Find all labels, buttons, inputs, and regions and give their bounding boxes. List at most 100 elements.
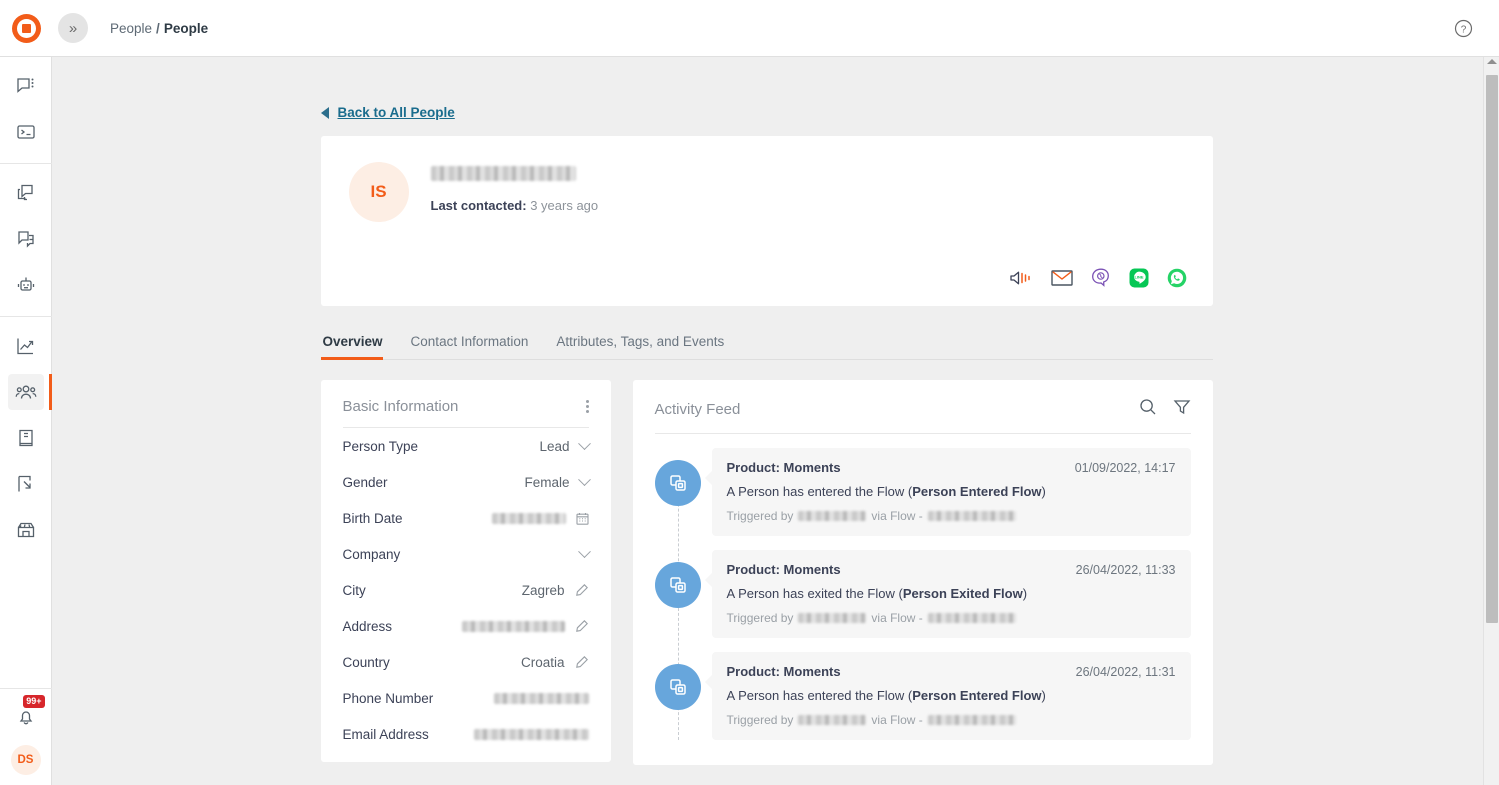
tab-overview[interactable]: Overview: [321, 334, 397, 359]
back-to-all-people-link[interactable]: Back to All People: [338, 105, 455, 120]
trigger-middle: via Flow -: [871, 713, 922, 727]
info-value: Croatia: [521, 655, 565, 670]
filter-icon[interactable]: [1173, 398, 1191, 421]
activity-feed-title: Activity Feed: [655, 401, 741, 418]
breadcrumb-parent[interactable]: People: [110, 21, 152, 36]
app-root: » People / People ?: [0, 0, 1499, 785]
activity-description: A Person has exited the Flow (Person Exi…: [727, 586, 1176, 601]
info-label: Phone Number: [343, 691, 434, 706]
page-scrollbar[interactable]: [1483, 57, 1499, 785]
email-address-redacted: [474, 729, 589, 740]
info-row-address: Address: [343, 608, 589, 644]
user-avatar[interactable]: DS: [11, 745, 41, 775]
activity-card[interactable]: Product: Moments 26/04/2022, 11:31 A Per…: [712, 652, 1191, 740]
storefront-icon[interactable]: [8, 512, 44, 548]
activity-description-prefix: A Person has entered the Flow (: [727, 484, 913, 499]
answers-bot-icon[interactable]: [8, 267, 44, 303]
activity-feed-item: Product: Moments 26/04/2022, 11:31 A Per…: [655, 652, 1191, 740]
trigger-user-redacted: [798, 511, 866, 521]
address-redacted: [462, 621, 565, 632]
chevron-down-icon[interactable]: [578, 545, 591, 558]
info-row-city: City Zagreb: [343, 572, 589, 608]
breadcrumb-separator: /: [156, 21, 160, 36]
activity-card[interactable]: Product: Moments 01/09/2022, 14:17 A Per…: [712, 448, 1191, 536]
activity-product: Product: Moments: [727, 460, 841, 475]
conversations-icon[interactable]: [8, 68, 44, 104]
rail-group-1: [0, 57, 52, 164]
activity-description-bold: Person Entered Flow: [912, 484, 1041, 499]
activity-trigger: Triggered by via Flow -: [727, 509, 1176, 523]
activity-timestamp: 26/04/2022, 11:33: [1076, 563, 1176, 577]
activity-timestamp: 26/04/2022, 11:31: [1076, 665, 1176, 679]
notifications-bell-icon[interactable]: 99+: [8, 701, 44, 733]
moments-flow-icon: [655, 562, 701, 608]
basic-information-title: Basic Information: [343, 398, 459, 415]
activity-feed-panel: Activity Feed: [633, 380, 1213, 765]
broadcast-icon[interactable]: [8, 175, 44, 211]
trigger-prefix: Triggered by: [727, 611, 794, 625]
moments-flow-icon: [655, 460, 701, 506]
push-notification-icon[interactable]: [1009, 268, 1033, 288]
help-icon[interactable]: ?: [1454, 19, 1473, 38]
whatsapp-icon[interactable]: [1167, 268, 1187, 288]
email-icon[interactable]: [1051, 269, 1073, 287]
rail-bottom: 99+ DS: [0, 688, 52, 785]
search-icon[interactable]: [1139, 398, 1157, 421]
activity-description-prefix: A Person has exited the Flow (: [727, 586, 903, 601]
activity-description-suffix: ): [1042, 688, 1046, 703]
svg-text:?: ?: [1461, 25, 1467, 36]
catalog-icon[interactable]: [8, 420, 44, 456]
inbox-icon[interactable]: [8, 221, 44, 257]
trigger-user-redacted: [798, 715, 866, 725]
activity-description: A Person has entered the Flow (Person En…: [727, 484, 1176, 499]
activity-feed-list: Product: Moments 01/09/2022, 14:17 A Per…: [655, 434, 1191, 740]
phone-number-redacted: [494, 693, 589, 704]
back-arrow-icon: [321, 107, 329, 119]
edit-pencil-icon[interactable]: [575, 619, 589, 633]
kebab-menu-icon[interactable]: [586, 398, 589, 415]
activity-product: Product: Moments: [727, 664, 841, 679]
collapse-sidebar-button[interactable]: »: [58, 13, 88, 43]
infobip-logo[interactable]: [0, 0, 52, 56]
profile-tabs: Overview Contact Information Attributes,…: [321, 334, 1213, 360]
line-icon[interactable]: LINE: [1129, 268, 1149, 288]
chevron-down-icon[interactable]: [578, 437, 591, 450]
basic-information-header: Basic Information: [343, 398, 589, 428]
info-row-person-type: Person Type Lead: [343, 428, 589, 464]
edit-pencil-icon[interactable]: [575, 583, 589, 597]
rail-group-3: [0, 317, 52, 561]
svg-text:LINE: LINE: [1134, 275, 1143, 280]
activity-card[interactable]: Product: Moments 26/04/2022, 11:33 A Per…: [712, 550, 1191, 638]
calendar-icon[interactable]: [576, 512, 589, 525]
activity-feed-item: Product: Moments 01/09/2022, 14:17 A Per…: [655, 448, 1191, 536]
last-contacted-label: Last contacted:: [431, 198, 527, 213]
tab-contact-information[interactable]: Contact Information: [397, 334, 543, 359]
rail-group-2: [0, 164, 52, 317]
activity-description-bold: Person Exited Flow: [903, 586, 1023, 601]
tab-attributes-tags-events[interactable]: Attributes, Tags, and Events: [542, 334, 738, 359]
scrollbar-thumb[interactable]: [1486, 75, 1498, 623]
info-label: Country: [343, 655, 390, 670]
info-row-email-address: Email Address: [343, 716, 589, 752]
last-contacted-value: 3 years ago: [530, 198, 598, 213]
sidebar-item-people[interactable]: [8, 374, 44, 410]
edit-pencil-icon[interactable]: [575, 655, 589, 669]
profile-card: IS Last contacted: 3 years ago: [321, 136, 1213, 306]
viber-icon[interactable]: [1091, 268, 1111, 288]
activity-description-suffix: ): [1042, 484, 1046, 499]
notifications-badge: 99+: [23, 695, 44, 708]
chevron-down-icon[interactable]: [578, 473, 591, 486]
info-row-company: Company: [343, 536, 589, 572]
activity-timestamp: 01/09/2022, 14:17: [1075, 461, 1176, 475]
terminal-icon[interactable]: [8, 114, 44, 150]
info-row-birth-date: Birth Date: [343, 500, 589, 536]
left-nav-rail: 99+ DS: [0, 57, 52, 785]
main-content: Back to All People IS Last contacted: 3 …: [52, 57, 1499, 785]
activity-product: Product: Moments: [727, 562, 841, 577]
flow-icon[interactable]: [8, 466, 44, 502]
back-link-row: Back to All People: [321, 105, 1213, 120]
analyze-icon[interactable]: [8, 328, 44, 364]
scroll-up-arrow[interactable]: [1487, 59, 1497, 64]
info-label: Company: [343, 547, 401, 562]
trigger-prefix: Triggered by: [727, 713, 794, 727]
